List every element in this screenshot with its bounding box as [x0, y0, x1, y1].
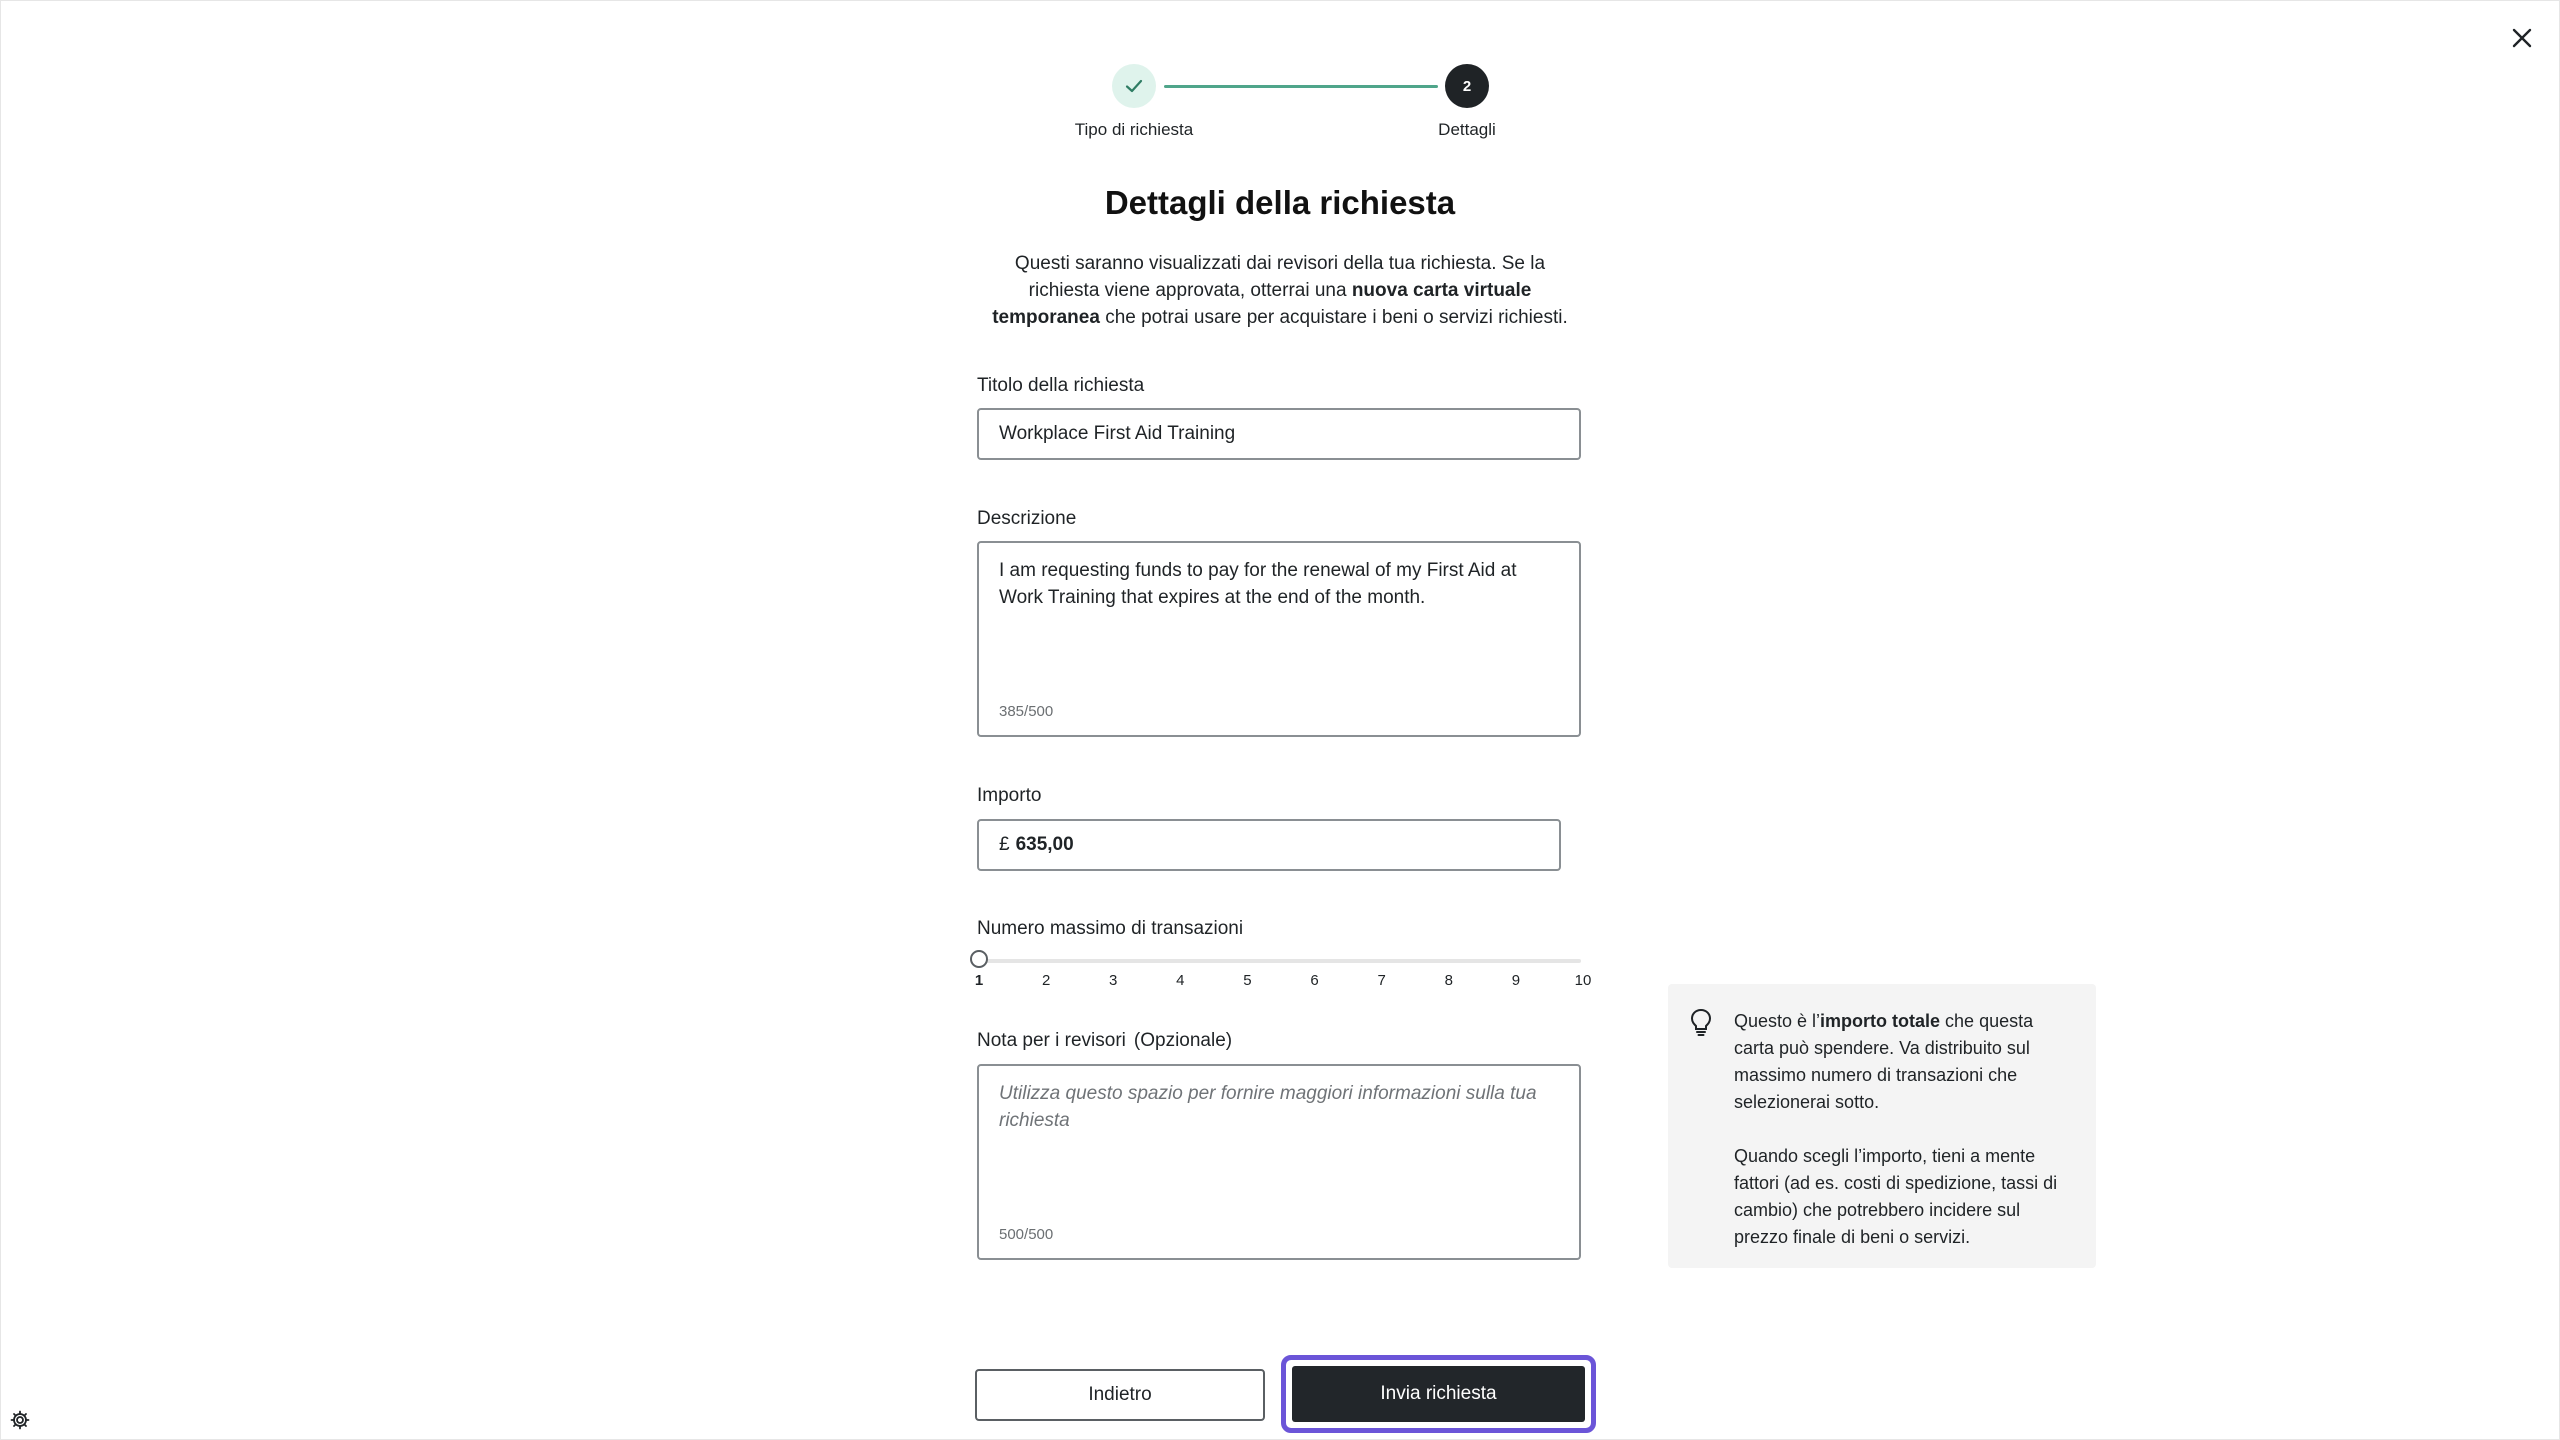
description-value: I am requesting funds to pay for the ren…	[999, 560, 1517, 608]
lightbulb-icon	[1690, 1008, 1712, 1036]
slider-tick-6[interactable]: 6	[1300, 972, 1330, 989]
info-paragraph-2: Quando scegli l’importo, tieni a mente f…	[1734, 1146, 2058, 1247]
info-p1-bold: importo totale	[1820, 1011, 1941, 1031]
slider-tick-5[interactable]: 5	[1232, 972, 1262, 989]
settings-button[interactable]	[8, 1408, 32, 1432]
info-paragraph-1: Questo è l’importo totale che questa car…	[1734, 1008, 2068, 1116]
title-value: Workplace First Aid Training	[999, 423, 1236, 444]
slider-tick-1[interactable]: 1	[964, 972, 994, 989]
intro-text: Questi saranno visualizzati dai revisori…	[980, 250, 1580, 331]
slider-tick-9[interactable]: 9	[1501, 972, 1531, 989]
description-label: Descrizione	[977, 508, 1077, 529]
step-2-label: Dettagli	[1438, 120, 1496, 139]
note-textarea[interactable]: Utilizza questo spazio per fornire maggi…	[977, 1064, 1581, 1260]
gear-icon	[10, 1410, 30, 1430]
amount-value: 635,00	[1015, 834, 1074, 855]
note-label: Nota per i revisori (Opzionale)	[977, 1030, 1232, 1052]
submit-button[interactable]: Invia richiesta	[1292, 1366, 1585, 1422]
currency-symbol: £	[999, 834, 1010, 855]
intro-part-2: che potrai usare per acquistare i beni o…	[1099, 307, 1568, 328]
slider-tick-8[interactable]: 8	[1434, 972, 1464, 989]
slider-tick-2[interactable]: 2	[1031, 972, 1061, 989]
note-placeholder: Utilizza questo spazio per fornire maggi…	[999, 1083, 1537, 1131]
info-panel: Questo è l’importo totale che questa car…	[1668, 984, 2096, 1268]
slider-thumb[interactable]	[970, 950, 988, 968]
slider-tick-7[interactable]: 7	[1367, 972, 1397, 989]
step-1-label: Tipo di richiesta	[1074, 120, 1194, 139]
slider-tick-3[interactable]: 3	[1098, 972, 1128, 989]
description-textarea[interactable]: I am requesting funds to pay for the ren…	[977, 541, 1581, 737]
max-transactions-slider[interactable]: 1 2 3 4 5 6 7 8 9 10	[970, 950, 1591, 1000]
info-p1-a: Questo è l’	[1734, 1011, 1821, 1031]
back-button[interactable]: Indietro	[975, 1369, 1265, 1421]
note-counter: 500/500	[999, 1226, 1054, 1243]
title-input[interactable]: Workplace First Aid Training	[977, 408, 1581, 460]
slider-tick-10[interactable]: 10	[1568, 972, 1598, 989]
max-transactions-label: Numero massimo di transazioni	[977, 918, 1244, 939]
submit-button-focus-ring: Invia richiesta	[1281, 1355, 1596, 1433]
amount-input[interactable]: £ 635,00	[977, 819, 1561, 871]
close-button[interactable]	[2504, 20, 2540, 56]
note-label-text: Nota per i revisori	[977, 1030, 1126, 1051]
step-1-complete[interactable]	[1112, 64, 1156, 108]
title-label: Titolo della richiesta	[977, 375, 1145, 396]
close-icon	[2512, 28, 2532, 48]
note-optional: (Opzionale)	[1133, 1030, 1233, 1051]
stepper: 2 Tipo di richiesta Dettagli	[1040, 60, 1496, 150]
step-2-current: 2	[1445, 64, 1489, 108]
description-counter: 385/500	[999, 703, 1054, 720]
step-connector	[1164, 85, 1438, 88]
amount-label: Importo	[977, 785, 1042, 806]
slider-track[interactable]	[977, 959, 1581, 963]
check-icon	[1125, 79, 1143, 93]
page-title: Dettagli della richiesta	[1104, 184, 1456, 221]
slider-tick-4[interactable]: 4	[1165, 972, 1195, 989]
